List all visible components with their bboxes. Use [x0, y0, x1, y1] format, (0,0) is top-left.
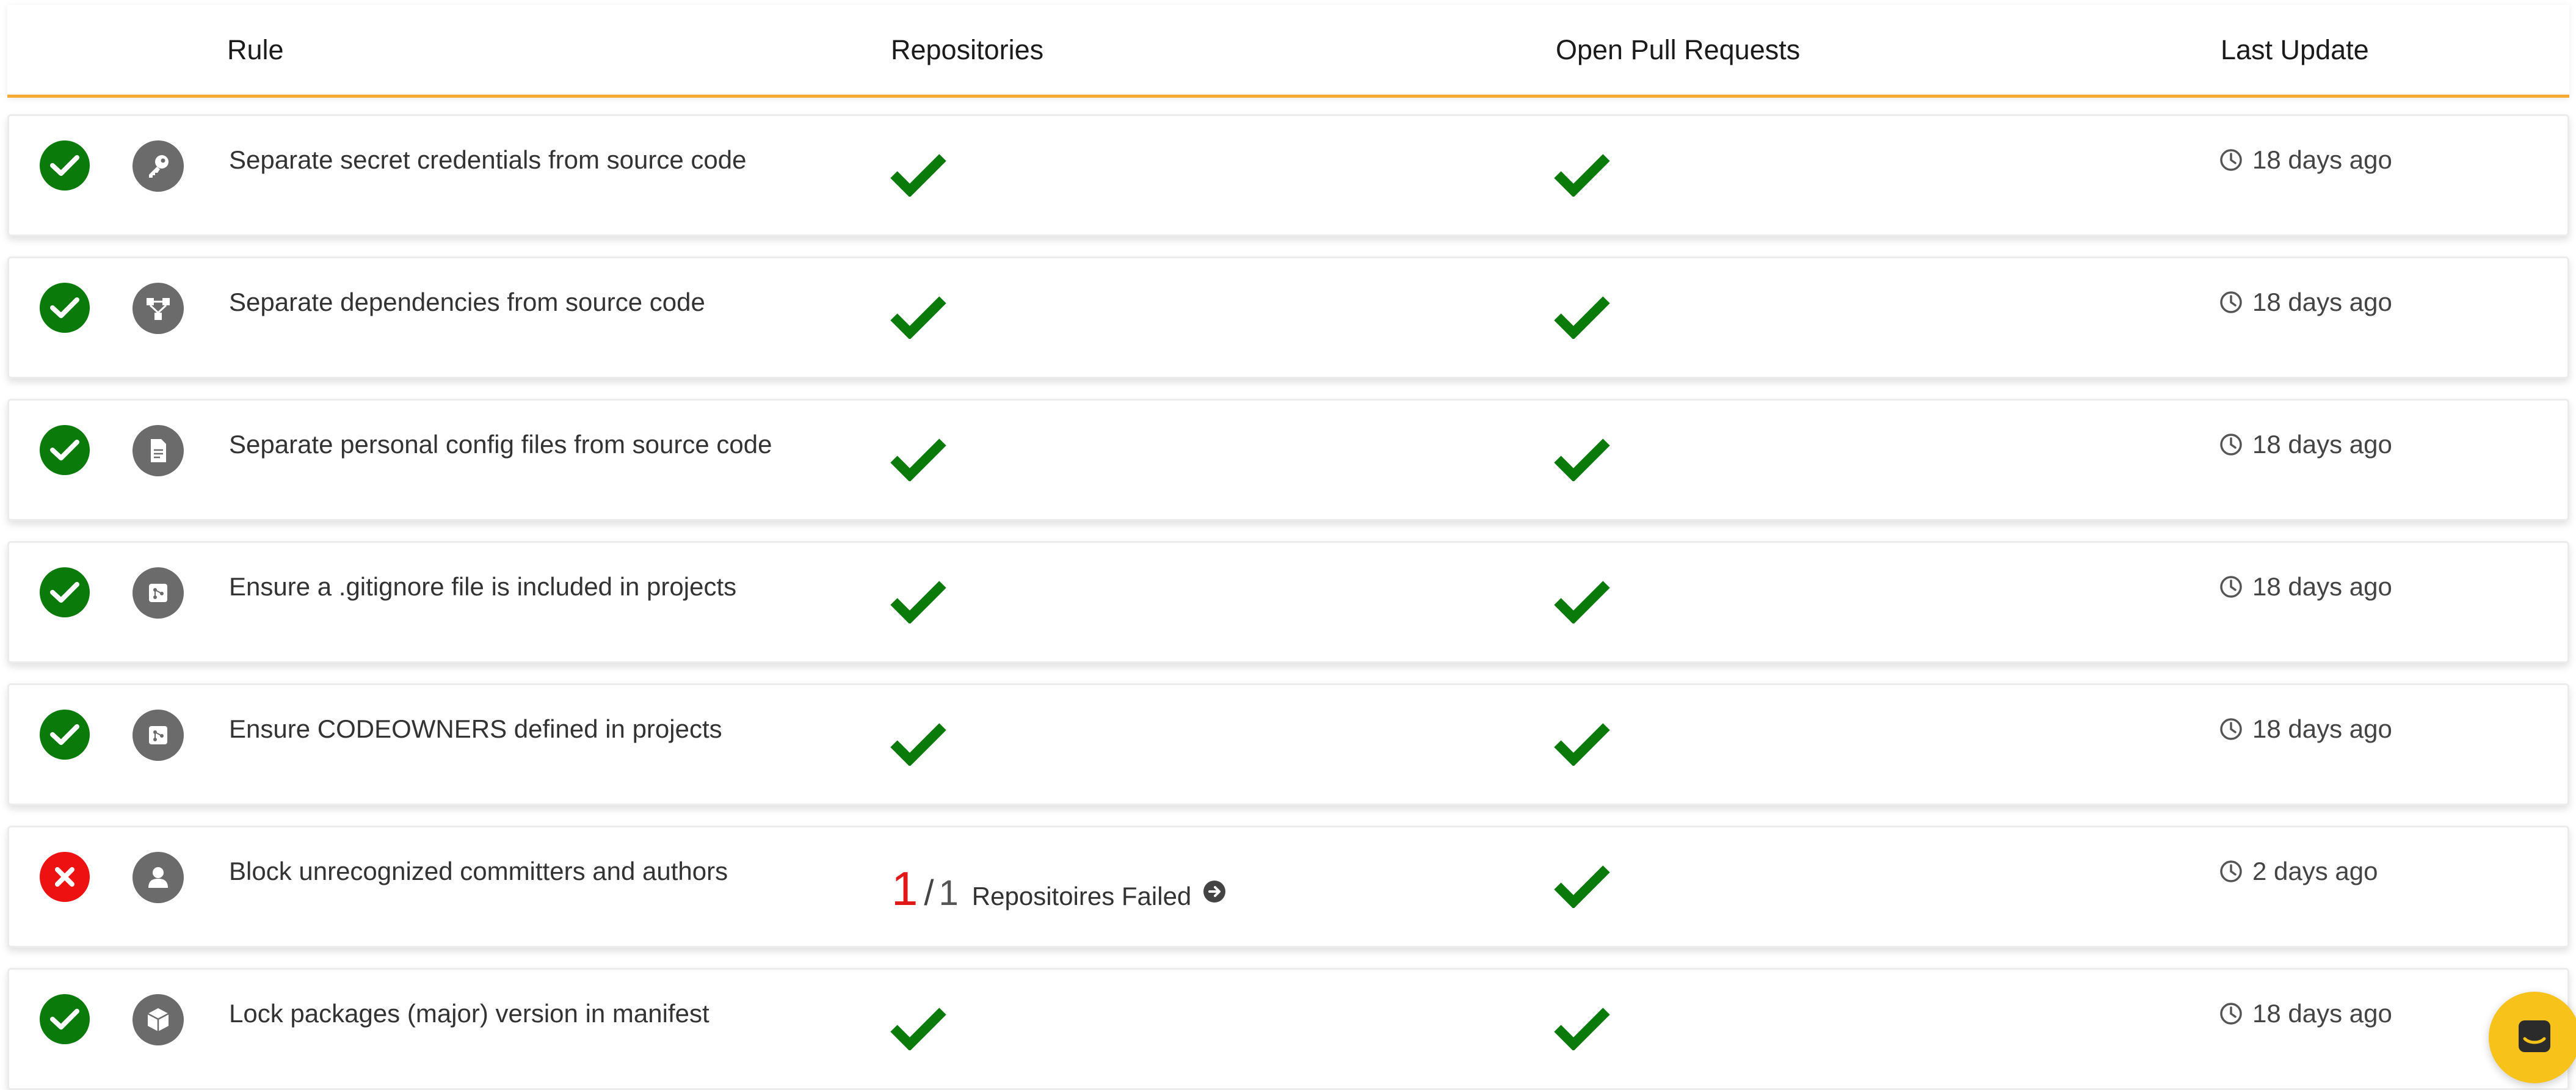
column-header-repositories: Repositories — [891, 34, 1044, 65]
rule-name[interactable]: Separate secret credentials from source … — [229, 145, 746, 175]
git-icon — [132, 567, 184, 619]
last-update: 18 days ago — [2219, 430, 2392, 459]
pull-requests-pass-check-icon — [1554, 865, 1610, 908]
pull-requests-pass-check-icon — [1554, 438, 1610, 481]
column-header-open-pull-requests: Open Pull Requests — [1556, 34, 1801, 65]
last-update-text: 2 days ago — [2252, 857, 2378, 885]
clock-icon — [2220, 291, 2242, 313]
pull-requests-pass-check-icon — [1554, 296, 1610, 339]
rule-name[interactable]: Block unrecognized committers and author… — [229, 857, 728, 886]
last-update: 18 days ago — [2219, 714, 2392, 744]
repositories-failed-link[interactable]: 1 / 1 Repositoires Failed — [891, 861, 1227, 917]
total-count: 1 — [938, 873, 959, 913]
git-icon — [132, 710, 184, 761]
failed-label: Repositoires Failed — [971, 882, 1192, 910]
failed-count: 1 — [891, 862, 918, 915]
chat-launcher-button[interactable] — [2489, 992, 2576, 1083]
last-update-text: 18 days ago — [2252, 714, 2392, 743]
last-update: 18 days ago — [2219, 145, 2392, 175]
arrow-circle-right-icon[interactable] — [1202, 879, 1227, 904]
last-update-text: 18 days ago — [2252, 430, 2392, 459]
table-row[interactable]: Block unrecognized committers and author… — [7, 826, 2569, 948]
package-icon — [132, 994, 184, 1045]
table-row[interactable]: Separate dependencies from source code 1… — [7, 256, 2569, 379]
clock-icon — [2220, 434, 2242, 456]
last-update-text: 18 days ago — [2252, 572, 2392, 601]
rule-name[interactable]: Separate dependencies from source code — [229, 288, 705, 317]
last-update: 18 days ago — [2219, 999, 2392, 1028]
last-update-text: 18 days ago — [2252, 288, 2392, 316]
rule-name[interactable]: Separate personal config files from sour… — [229, 430, 772, 459]
last-update-text: 18 days ago — [2252, 145, 2392, 174]
pull-requests-pass-check-icon — [1554, 723, 1610, 766]
rule-name[interactable]: Ensure a .gitignore file is included in … — [229, 572, 736, 601]
status-pass-icon — [40, 994, 90, 1044]
chat-icon — [2519, 1020, 2550, 1052]
last-update: 2 days ago — [2219, 857, 2378, 886]
key-icon — [132, 140, 184, 192]
table-row[interactable]: Lock packages (major) version in manifes… — [7, 968, 2569, 1090]
pull-requests-pass-check-icon — [1554, 581, 1610, 623]
repositories-pass-check-icon — [890, 438, 946, 481]
status-pass-icon — [40, 283, 90, 333]
clock-icon — [2220, 576, 2242, 598]
rule-name[interactable]: Ensure CODEOWNERS defined in projects — [229, 714, 722, 744]
table-row[interactable]: Ensure CODEOWNERS defined in projects 18… — [7, 683, 2569, 805]
repositories-pass-check-icon — [890, 154, 946, 197]
table-row[interactable]: Ensure a .gitignore file is included in … — [7, 541, 2569, 663]
clock-icon — [2220, 718, 2242, 740]
dependency-icon — [132, 283, 184, 334]
rule-name[interactable]: Lock packages (major) version in manifes… — [229, 999, 709, 1028]
file-icon — [132, 425, 184, 476]
status-fail-icon — [40, 852, 90, 902]
last-update: 18 days ago — [2219, 288, 2392, 317]
status-pass-icon — [40, 567, 90, 617]
clock-icon — [2220, 1003, 2242, 1025]
repositories-pass-check-icon — [890, 581, 946, 623]
pull-requests-pass-check-icon — [1554, 1008, 1610, 1050]
table-row[interactable]: Separate secret credentials from source … — [7, 114, 2569, 236]
table-header: Rule Repositories Open Pull Requests Las… — [7, 5, 2569, 98]
table-row[interactable]: Separate personal config files from sour… — [7, 399, 2569, 521]
status-pass-icon — [40, 140, 90, 191]
clock-icon — [2220, 860, 2242, 882]
repositories-pass-check-icon — [890, 296, 946, 339]
status-pass-icon — [40, 710, 90, 760]
column-header-rule: Rule — [227, 34, 284, 65]
clock-icon — [2220, 149, 2242, 171]
repositories-pass-check-icon — [890, 1008, 946, 1050]
repositories-pass-check-icon — [890, 723, 946, 766]
last-update: 18 days ago — [2219, 572, 2392, 601]
last-update-text: 18 days ago — [2252, 999, 2392, 1028]
column-header-last-update: Last Update — [2221, 34, 2369, 65]
status-pass-icon — [40, 425, 90, 475]
failed-separator: / — [924, 873, 934, 913]
pull-requests-pass-check-icon — [1554, 154, 1610, 197]
user-icon — [132, 852, 184, 903]
